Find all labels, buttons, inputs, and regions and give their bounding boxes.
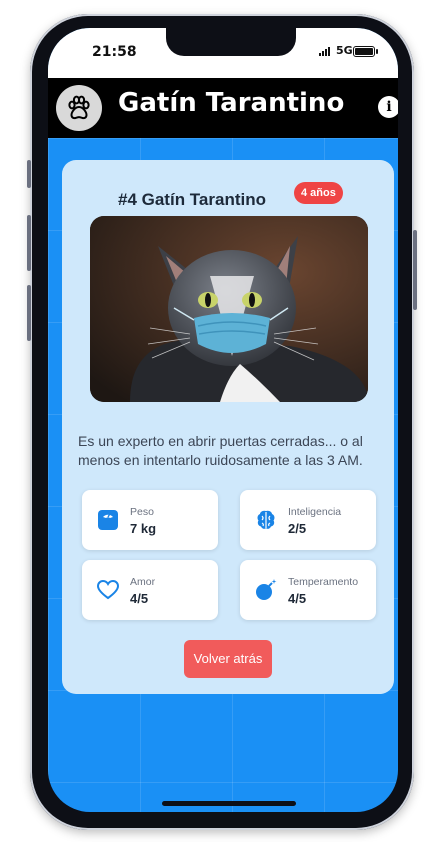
stat-value: 2/5 (288, 521, 307, 536)
scale-icon (96, 508, 120, 532)
stat-label: Peso (130, 506, 154, 518)
stat-label: Amor (130, 576, 156, 588)
stat-card-amor: Amor 4/5 (82, 560, 218, 620)
volume-up-button (27, 215, 31, 271)
stat-card-inteligencia: Inteligencia 2/5 (240, 490, 376, 550)
age-badge: 4 años (294, 182, 343, 204)
bomb-icon (254, 578, 278, 602)
screen: 21:58 5G Gatín Tarantino i #4 Gatín Tara… (48, 28, 398, 812)
cat-photo (90, 216, 368, 402)
cat-description: Es un experto en abrir puertas cerradas.… (78, 433, 363, 468)
paw-icon[interactable] (56, 85, 102, 131)
stat-value: 7 kg (130, 521, 157, 536)
volume-down-button (27, 285, 31, 341)
status-time: 21:58 (92, 44, 137, 60)
cat-card: #4 Gatín Tarantino 4 años Es un experto … (62, 160, 394, 694)
stat-label: Temperamento (288, 576, 359, 588)
power-button (413, 230, 417, 310)
heart-icon (96, 578, 120, 602)
stat-value: 4/5 (130, 591, 149, 606)
status-bar: 21:58 5G (48, 28, 398, 78)
back-button[interactable]: Volver atrás (184, 640, 272, 678)
camera-notch (166, 28, 296, 56)
brain-icon (254, 508, 278, 532)
home-indicator[interactable] (162, 801, 296, 806)
page-title: Gatín Tarantino (118, 88, 345, 118)
cat-title: #4 Gatín Tarantino (118, 190, 266, 209)
network-type: 5G (336, 44, 353, 57)
stat-label: Inteligencia (288, 506, 342, 518)
signal-icon (319, 47, 330, 56)
stat-value: 4/5 (288, 591, 307, 606)
stat-card-temperamento: Temperamento 4/5 (240, 560, 376, 620)
stat-card-peso: Peso 7 kg (82, 490, 218, 550)
battery-icon (353, 46, 378, 57)
app-header: Gatín Tarantino i (48, 78, 398, 138)
mute-switch (27, 160, 31, 188)
info-icon[interactable]: i (378, 96, 398, 118)
